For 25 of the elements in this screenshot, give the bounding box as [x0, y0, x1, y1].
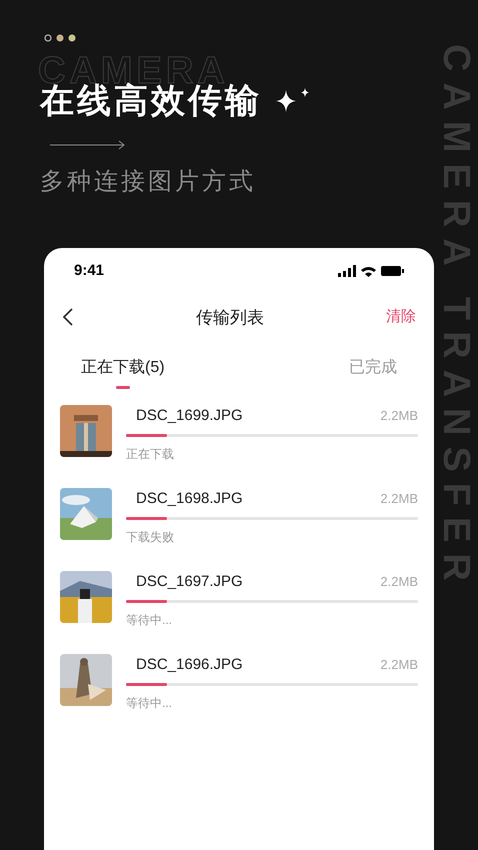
- wifi-icon: [361, 266, 376, 277]
- file-status: 等待中...: [126, 694, 174, 712]
- signal-icon: [338, 265, 356, 278]
- file-status: 等待中...: [126, 612, 174, 628]
- back-icon[interactable]: [62, 307, 74, 328]
- file-row[interactable]: DSC_1699.JPG 2.2MB 正在下载: [44, 405, 434, 488]
- file-size: 2.2MB: [380, 656, 418, 674]
- battery-icon: [381, 266, 404, 276]
- file-name: DSC_1696.JPG: [136, 655, 243, 675]
- clear-button[interactable]: 清除: [386, 306, 416, 328]
- screen-title: 传输列表: [196, 306, 264, 328]
- file-size: 2.2MB: [380, 573, 418, 591]
- file-row[interactable]: DSC_1697.JPG 2.2MB 等待中...: [44, 571, 434, 654]
- file-status: 正在下载: [126, 446, 175, 462]
- file-row[interactable]: DSC_1698.JPG 2.2MB 下载失败: [44, 488, 434, 571]
- file-name: DSC_1698.JPG: [136, 489, 243, 509]
- status-time: 9:41: [74, 261, 104, 281]
- file-name: DSC_1699.JPG: [136, 406, 243, 426]
- file-name: DSC_1697.JPG: [136, 572, 243, 592]
- arrow-icon: [50, 140, 126, 150]
- file-row[interactable]: DSC_1696.JPG 2.2MB 等待中...: [44, 654, 434, 737]
- file-status: 下载失败: [126, 528, 175, 546]
- tab[interactable]: 正在下载(5): [81, 356, 165, 389]
- file-size: 2.2MB: [380, 490, 418, 508]
- file-size: 2.2MB: [380, 407, 418, 425]
